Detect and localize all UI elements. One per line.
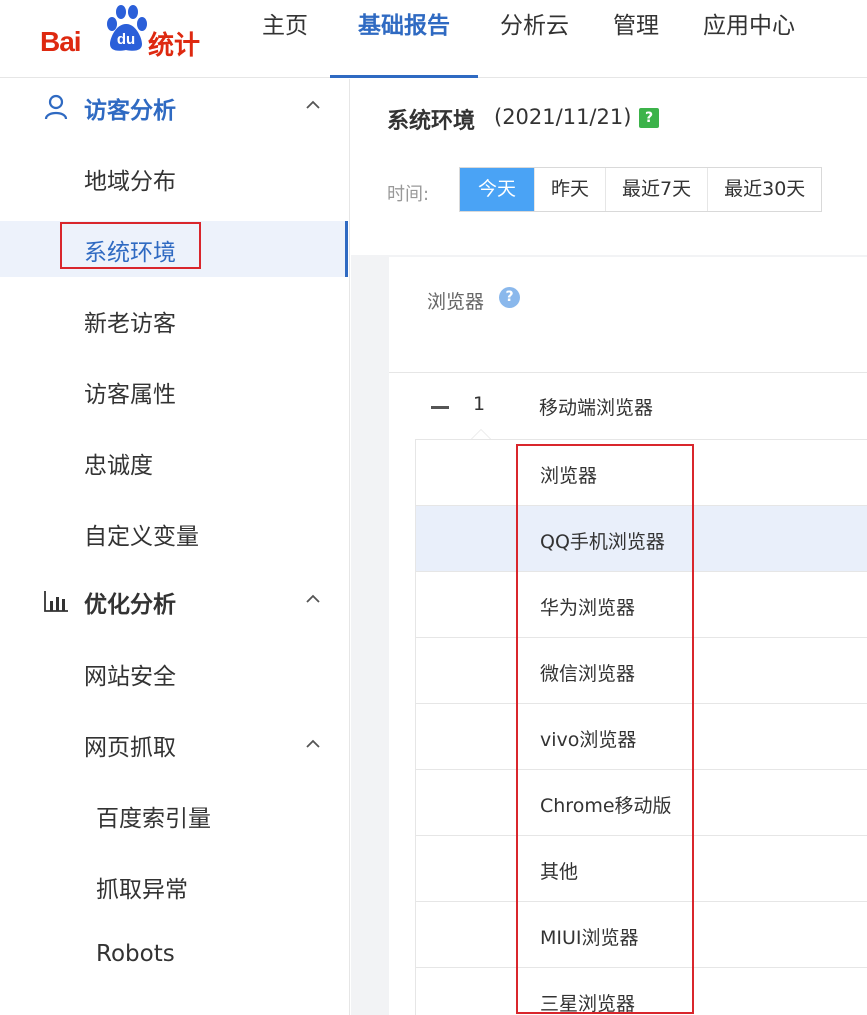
report-title-card: 系统环境 (2021/11/21) ? 时间: 今天 昨天 最近7天 最近30天	[351, 79, 867, 255]
sidebar-item-label: 新老访客	[84, 311, 176, 337]
collapse-icon[interactable]	[431, 406, 449, 409]
highlight-box-browser-list	[516, 444, 694, 1014]
sidebar-group-optimize[interactable]: 优化分析	[0, 573, 350, 633]
time-range-tabs: 今天 昨天 最近7天 最近30天	[459, 167, 823, 212]
bar-chart-icon	[44, 591, 68, 612]
chevron-up-icon[interactable]	[305, 97, 321, 113]
tab-last-7-days[interactable]: 最近7天	[605, 168, 707, 211]
sidebar-item-loyalty[interactable]: 忠诚度	[0, 434, 346, 490]
column-header-browser[interactable]: 浏览器	[427, 287, 484, 314]
row-index: 1	[473, 393, 486, 415]
sidebar-item-new-old-visitors[interactable]: 新老访客	[0, 292, 346, 348]
top-header: Bai du 统计 主页 基础报告 分析云 管理 应用中心	[0, 0, 867, 78]
sidebar-item-label: 自定义变量	[84, 524, 199, 550]
nav-manage[interactable]: 管理	[591, 0, 681, 78]
user-icon	[44, 94, 68, 120]
logo-tongji-text: 统计	[148, 31, 201, 61]
sidebar-item-label: 抓取异常	[96, 877, 188, 903]
sidebar-item-custom-variables[interactable]: 自定义变量	[0, 505, 346, 561]
page-title: 系统环境	[387, 109, 476, 134]
sidebar-item-region[interactable]: 地域分布	[0, 150, 346, 206]
row-name: 移动端浏览器	[539, 397, 654, 419]
expand-arrow-icon	[471, 429, 491, 439]
sidebar-item-robots[interactable]: Robots	[0, 929, 346, 985]
sidebar-item-visitor-attributes[interactable]: 访客属性	[0, 363, 346, 419]
sidebar-item-label: 忠诚度	[84, 453, 153, 479]
nav-app-center[interactable]: 应用中心	[681, 0, 817, 78]
sidebar-item-label: 访客属性	[84, 382, 176, 408]
baidu-tongji-logo[interactable]: Bai du 统计	[40, 4, 200, 64]
sidebar-item-site-security[interactable]: 网站安全	[0, 645, 346, 701]
tab-last-30-days[interactable]: 最近30天	[707, 168, 821, 211]
tab-yesterday[interactable]: 昨天	[534, 168, 605, 211]
sidebar-item-page-crawl[interactable]: 网页抓取	[0, 716, 346, 772]
nav-home[interactable]: 主页	[240, 0, 330, 78]
top-nav: 主页 基础报告 分析云 管理 应用中心	[240, 0, 817, 78]
highlight-box-sidebar	[60, 222, 201, 269]
chevron-up-icon[interactable]	[305, 736, 321, 752]
sidebar-group-visitor-label: 访客分析	[84, 98, 176, 124]
sidebar-group-visitor[interactable]: 访客分析	[0, 79, 350, 139]
report-date: (2021/11/21)	[494, 105, 632, 129]
help-icon[interactable]: ?	[499, 287, 520, 308]
chevron-up-icon[interactable]	[305, 591, 321, 607]
sidebar-item-baidu-index[interactable]: 百度索引量	[0, 787, 346, 843]
nav-basic-report[interactable]: 基础报告	[330, 0, 478, 78]
sidebar: 访客分析 地域分布 系统环境 新老访客 访客属性 忠诚度 自定义变量 优化分析 …	[0, 79, 350, 1015]
sidebar-item-label: 网站安全	[84, 664, 176, 690]
tab-today[interactable]: 今天	[460, 168, 535, 211]
baidu-paw-icon	[107, 5, 147, 51]
sidebar-item-label: 网页抓取	[84, 735, 176, 761]
sidebar-group-optimize-label: 优化分析	[84, 592, 176, 618]
sidebar-item-label: 地域分布	[84, 169, 176, 195]
table-row[interactable]: 1 移动端浏览器	[389, 373, 867, 439]
nav-analysis-cloud[interactable]: 分析云	[478, 0, 591, 78]
logo-bai-text: Bai	[40, 26, 82, 57]
logo-du-text: du	[116, 31, 136, 48]
time-label: 时间:	[387, 184, 430, 205]
sidebar-item-label: 百度索引量	[96, 806, 211, 832]
sidebar-item-crawl-errors[interactable]: 抓取异常	[0, 858, 346, 914]
sidebar-item-label: Robots	[96, 941, 175, 967]
help-icon[interactable]: ?	[639, 108, 659, 128]
